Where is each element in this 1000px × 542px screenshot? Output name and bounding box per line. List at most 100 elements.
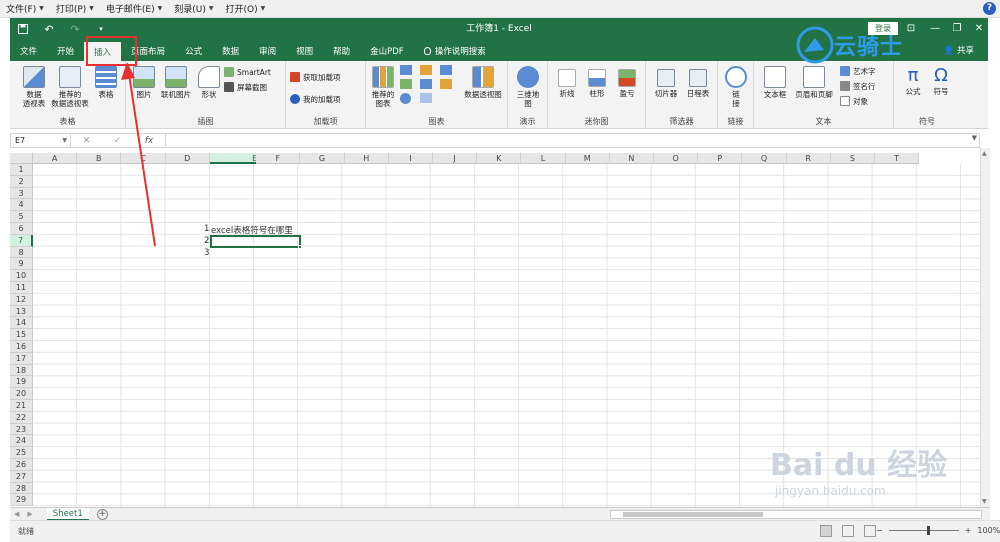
formula-input[interactable] <box>166 134 979 147</box>
column-header-O[interactable]: O <box>654 153 699 164</box>
screenshot-button[interactable]: 屏幕截图 <box>224 81 267 93</box>
normal-view-icon[interactable] <box>820 525 832 537</box>
row-header-22[interactable]: 22 <box>10 411 33 424</box>
column-header-D[interactable]: D <box>165 153 210 164</box>
row-header-5[interactable]: 5 <box>10 211 33 223</box>
minimize-icon[interactable]: — <box>924 18 946 40</box>
fill-handle[interactable] <box>298 245 302 249</box>
row-header-29[interactable]: 29 <box>10 494 33 507</box>
menu-file[interactable]: 文件(F) ▼ <box>0 0 50 18</box>
row-header-25[interactable]: 25 <box>10 447 33 459</box>
vertical-scrollbar[interactable]: ▲ ▼ <box>980 148 990 507</box>
cell-area[interactable] <box>33 164 980 507</box>
zoom-knob[interactable] <box>926 526 930 535</box>
row-header-16[interactable]: 16 <box>10 341 33 353</box>
tab-file[interactable]: 文件 <box>10 40 47 61</box>
column-header-N[interactable]: N <box>609 153 654 164</box>
column-header-H[interactable]: H <box>344 153 389 164</box>
smartart-button[interactable]: SmartArt <box>224 66 271 78</box>
column-header-T[interactable]: T <box>875 153 920 164</box>
column-header-S[interactable]: S <box>830 153 875 164</box>
tab-home[interactable]: 开始 <box>47 40 84 61</box>
column-header-B[interactable]: B <box>77 153 122 164</box>
menu-burn[interactable]: 刻录(U) ▼ <box>168 0 219 18</box>
share-button[interactable]: 👤 共享 <box>944 44 974 56</box>
row-header-27[interactable]: 27 <box>10 470 33 483</box>
enter-icon[interactable]: ✓ <box>114 136 122 146</box>
close-icon[interactable]: ✕ <box>968 18 990 40</box>
tab-help[interactable]: 帮助 <box>323 40 360 61</box>
signature-line-button[interactable]: 签名行 <box>840 80 876 92</box>
row-header-8[interactable]: 8 <box>10 246 33 259</box>
help-icon[interactable]: ? <box>983 2 996 15</box>
tab-review[interactable]: 审阅 <box>249 40 286 61</box>
row-header-4[interactable]: 4 <box>10 199 33 212</box>
get-addins-button[interactable]: 获取加载项 <box>290 71 341 83</box>
sheet-prev-icon[interactable]: ◀ <box>14 510 19 518</box>
pivot-chart-button[interactable]: 数据透视图 <box>462 66 504 99</box>
tab-insert[interactable]: 插入 <box>84 42 122 61</box>
equation-button[interactable]: π 公式 <box>900 65 926 96</box>
sparkline-winloss-button[interactable]: 盈亏 <box>614 69 640 98</box>
row-header-14[interactable]: 14 <box>10 317 33 330</box>
column-header-C[interactable]: C <box>121 153 166 164</box>
row-header-3[interactable]: 3 <box>10 187 33 200</box>
save-icon[interactable] <box>10 18 36 40</box>
recommended-charts-button[interactable]: 推荐的 图表 <box>370 66 396 108</box>
timeline-button[interactable]: 日程表 <box>684 69 712 98</box>
redo-icon[interactable]: ↷ <box>62 18 88 40</box>
recommended-pivot-button[interactable]: 推荐的 数据透视表 <box>50 66 90 108</box>
wordart-button[interactable]: 艺术字 <box>840 65 876 77</box>
cell-D6[interactable]: 1 <box>204 224 209 234</box>
add-sheet-icon[interactable]: + <box>96 508 108 520</box>
slicer-button[interactable]: 切片器 <box>652 69 680 98</box>
scroll-thumb[interactable] <box>623 512 763 517</box>
column-header-L[interactable]: L <box>521 153 566 164</box>
tab-view[interactable]: 视图 <box>286 40 323 61</box>
column-header-K[interactable]: K <box>477 153 522 164</box>
sparkline-column-button[interactable]: 柱形 <box>584 69 610 98</box>
ribbon-display-icon[interactable]: ⊡ <box>900 18 922 40</box>
row-header-13[interactable]: 13 <box>10 305 33 318</box>
insert-function-icon[interactable]: fx <box>145 136 154 146</box>
row-header-6[interactable]: 6 <box>10 223 33 235</box>
column-header-P[interactable]: P <box>698 153 743 164</box>
row-header-1[interactable]: 1 <box>10 164 33 176</box>
menu-print[interactable]: 打印(P) ▼ <box>50 0 100 18</box>
table-button[interactable]: 表格 <box>92 66 120 99</box>
row-header-2[interactable]: 2 <box>10 175 33 188</box>
customize-quick-access-icon[interactable]: ▾ <box>88 18 114 40</box>
sparkline-line-button[interactable]: 折线 <box>554 69 580 98</box>
row-header-19[interactable]: 19 <box>10 376 33 389</box>
tab-formulas[interactable]: 公式 <box>175 40 212 61</box>
undo-icon[interactable]: ↶ <box>36 18 62 40</box>
pivot-table-button[interactable]: 数据 透视表 <box>18 66 50 108</box>
row-header-7[interactable]: 7 <box>10 234 33 247</box>
textbox-button[interactable]: 文本框 <box>758 66 792 99</box>
zoom-slider[interactable] <box>888 526 959 535</box>
link-button[interactable]: 链 接 <box>722 66 750 108</box>
tell-me-search[interactable]: 操作说明搜索 <box>414 40 496 61</box>
scroll-up-icon[interactable]: ▲ <box>982 150 987 157</box>
row-header-10[interactable]: 10 <box>10 270 33 282</box>
column-header-R[interactable]: R <box>786 153 831 164</box>
expand-formula-icon[interactable]: ▼ <box>972 134 977 142</box>
row-header-26[interactable]: 26 <box>10 459 33 471</box>
header-footer-button[interactable]: 页眉和页脚 <box>792 66 836 99</box>
column-header-J[interactable]: J <box>433 153 478 164</box>
restore-icon[interactable]: ❐ <box>946 18 968 40</box>
object-button[interactable]: 对象 <box>840 95 868 107</box>
page-break-view-icon[interactable] <box>864 525 876 537</box>
row-header-20[interactable]: 20 <box>10 388 33 400</box>
tab-data[interactable]: 数据 <box>212 40 249 61</box>
zoom-in-icon[interactable]: + <box>965 526 972 535</box>
shapes-button[interactable]: 形状 <box>196 66 222 99</box>
online-pictures-button[interactable]: 联机图片 <box>158 66 194 99</box>
select-all-button[interactable] <box>10 153 33 164</box>
row-header-15[interactable]: 15 <box>10 329 33 341</box>
tab-page-layout[interactable]: 页面布局 <box>121 40 175 61</box>
pictures-button[interactable]: 图片 <box>130 66 158 99</box>
scroll-down-icon[interactable]: ▼ <box>982 498 987 505</box>
column-header-Q[interactable]: Q <box>742 153 787 164</box>
chart-types-gallery[interactable] <box>400 65 456 109</box>
